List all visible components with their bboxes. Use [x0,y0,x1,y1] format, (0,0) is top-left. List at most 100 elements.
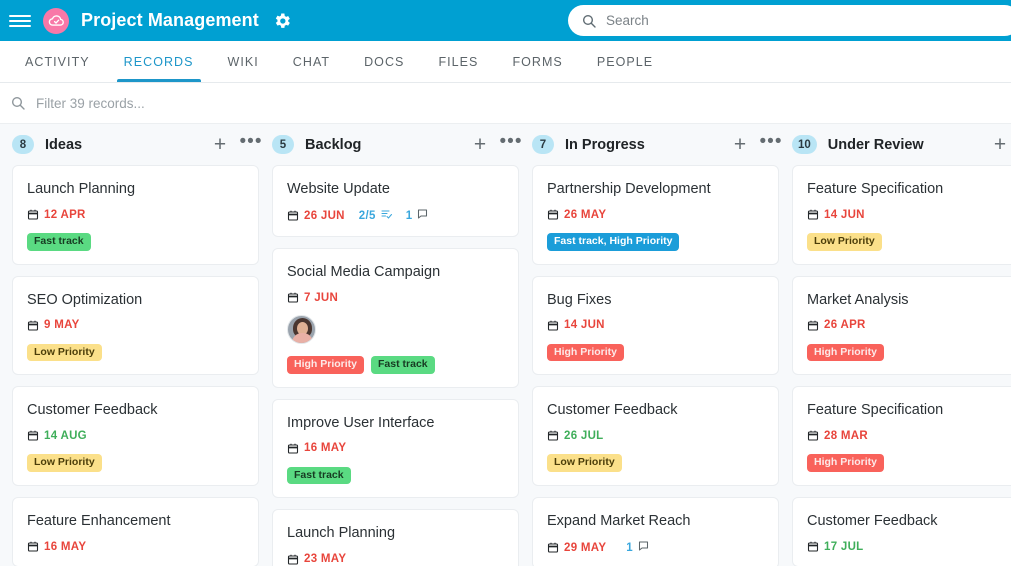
record-card[interactable]: Partnership Development 26 MAY Fast track… [532,165,779,265]
card-tags: Low Priority [27,454,244,472]
card-meta: 26 APR [807,319,1011,332]
record-card[interactable]: Launch Planning 23 MAY [272,509,519,566]
ellipsis-icon[interactable]: ••• [760,132,782,154]
status-badge[interactable]: Fast track [287,466,351,485]
status-badge[interactable]: Low Priority [27,343,102,362]
card-meta: 26 MAY [547,208,764,221]
record-card[interactable]: Customer Feedback 14 AUG Low Priority [12,386,259,486]
status-badge[interactable]: High Priority [807,454,885,472]
status-badge[interactable]: Low Priority [547,454,622,472]
board-column-in-progress: 7 In Progress + ••• Partnership Developm… [528,124,788,566]
column-title: Ideas [45,136,83,153]
column-title: Under Review [827,136,924,153]
ellipsis-icon[interactable]: ••• [240,132,262,154]
column-actions: + ••• [991,134,1011,155]
card-due-date: 14 JUN [564,319,605,332]
status-badge[interactable]: High Priority [547,343,625,362]
card-meta: 14 AUG [27,429,244,442]
card-tags: Fast track, High Priority [547,233,764,251]
column-header: 7 In Progress + ••• [528,124,788,165]
record-card[interactable]: Feature Enhancement 16 MAY [12,496,259,566]
record-card[interactable]: Market Analysis 26 APR High Priority [792,275,1011,376]
status-badge[interactable]: High Priority [807,343,885,362]
card-title: Improve User Interface [287,414,435,431]
record-card[interactable]: Launch Planning 12 APR Fast track [12,165,259,265]
card-title: Customer Feedback [547,402,678,419]
card-title: Website Update [287,181,390,197]
avatar[interactable] [287,315,316,345]
tab-forms[interactable]: FORMS [495,41,579,82]
record-card[interactable]: SEO Optimization 9 MAY Low Priority [12,275,259,376]
record-card[interactable]: Bug Fixes 14 JUN High Priority [532,275,779,376]
tab-label: RECORDS [123,54,194,69]
column-cards: Website Update 26 JUN 2/5 1 Social Media… [268,165,528,566]
global-search[interactable] [568,5,1011,36]
calendar-icon [27,319,39,332]
column-header: 10 Under Review + ••• [788,124,1011,165]
hamburger-icon[interactable] [9,10,31,32]
ellipsis-icon[interactable]: ••• [500,132,522,154]
column-header: 8 Ideas + ••• [8,124,268,165]
plus-icon[interactable]: + [991,134,1009,155]
tab-wiki[interactable]: WIKI [211,41,276,82]
card-due-date: 29 MAY [564,541,607,554]
column-actions: + ••• [211,132,262,156]
record-card[interactable]: Improve User Interface 16 MAY Fast track [272,398,519,499]
tab-records[interactable]: RECORDS [107,41,211,82]
calendar-icon [807,429,819,442]
search-input[interactable] [606,13,1007,28]
card-due-date: 12 APR [44,208,86,221]
record-card[interactable]: Social Media Campaign 7 JUN High Priorit… [272,248,519,388]
card-due-date: 23 MAY [304,553,347,565]
column-count-badge: 7 [532,135,554,154]
status-badge[interactable]: Fast track, High Priority [547,233,680,251]
record-card[interactable]: Feature Specification 14 JUN Low Priority [792,165,1011,265]
plus-icon[interactable]: + [211,134,229,155]
column-title: In Progress [565,136,645,153]
record-card[interactable]: Expand Market Reach 29 MAY 1 [532,496,779,566]
calendar-icon [27,208,39,221]
plus-icon[interactable]: + [471,134,489,155]
card-title: Social Media Campaign [287,264,441,281]
app-header: Project Management [0,0,1011,41]
record-card[interactable]: Customer Feedback 26 JUL Low Priority [532,386,779,486]
checklist-count: 2/5 [358,209,376,222]
card-due-date: 7 JUN [304,291,339,304]
column-actions: + ••• [471,132,522,156]
card-title: Launch Planning [27,181,136,197]
status-badge[interactable]: Fast track [27,233,91,251]
status-badge[interactable]: High Priority [287,356,365,374]
status-badge[interactable]: Low Priority [807,233,882,251]
calendar-icon [547,208,559,221]
tab-label: CHAT [292,54,331,69]
filter-records-input[interactable] [36,95,396,111]
tab-people[interactable]: PEOPLE [580,41,670,82]
record-card[interactable]: Feature Specification 28 MAR High Priorit… [792,386,1011,486]
status-badge[interactable]: Low Priority [27,454,102,472]
status-badge[interactable]: Fast track [371,356,435,374]
card-meta: 7 JUN [287,291,504,304]
tab-activity[interactable]: ACTIVITY [8,41,107,82]
plus-icon[interactable]: + [731,134,749,155]
tab-label: FORMS [512,54,563,69]
gear-icon[interactable] [272,11,292,31]
tab-docs[interactable]: DOCS [347,41,421,82]
search-icon [582,14,596,28]
card-meta: 26 JUL [547,429,764,442]
card-tags: Fast track [27,233,244,251]
card-tags: High Priority [807,454,1011,472]
card-title: SEO Optimization [27,291,143,308]
card-due-date: 14 AUG [44,429,87,442]
card-tags: Low Priority [547,454,764,472]
card-due-date: 26 MAY [564,208,607,221]
calendar-icon [547,429,559,442]
calendar-icon [287,209,299,222]
column-cards: Partnership Development 26 MAY Fast track… [528,165,788,566]
record-card[interactable]: Customer Feedback 17 JUL [792,496,1011,566]
tab-label: FILES [438,54,479,69]
tab-files[interactable]: FILES [421,41,495,82]
page-title: Project Management [81,10,259,30]
record-card[interactable]: Website Update 26 JUN 2/5 1 [272,165,519,238]
card-meta: 29 MAY 1 [547,540,764,555]
tab-chat[interactable]: CHAT [276,41,347,82]
